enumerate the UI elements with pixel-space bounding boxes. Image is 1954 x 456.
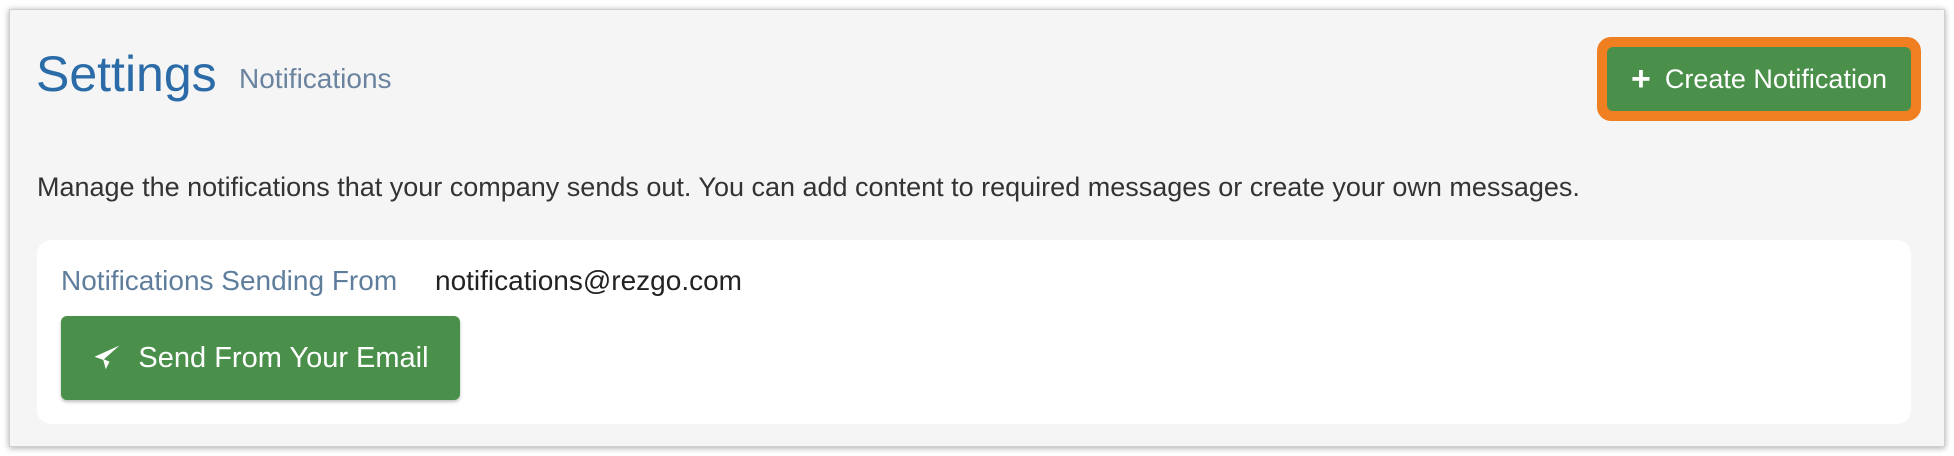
paper-plane-icon bbox=[94, 345, 120, 370]
sending-from-card: Notifications Sending From notifications… bbox=[37, 240, 1911, 424]
sending-from-label: Notifications Sending From bbox=[61, 265, 398, 296]
plus-icon: + bbox=[1631, 60, 1651, 98]
create-notification-label: Create Notification bbox=[1664, 63, 1887, 94]
sending-from-email: notifications@rezgo.com bbox=[435, 265, 743, 296]
page-title: Settings bbox=[36, 46, 217, 102]
create-notification-button[interactable]: + Create Notification bbox=[1607, 47, 1911, 111]
page-description: Manage the notifications that your compa… bbox=[37, 172, 1580, 202]
send-from-your-email-label: Send From Your Email bbox=[138, 341, 429, 374]
settings-panel: Settings Notifications + Create Notifica… bbox=[9, 9, 1945, 447]
page-subtitle: Notifications bbox=[239, 63, 392, 94]
send-from-your-email-button[interactable]: Send From Your Email bbox=[61, 316, 460, 400]
